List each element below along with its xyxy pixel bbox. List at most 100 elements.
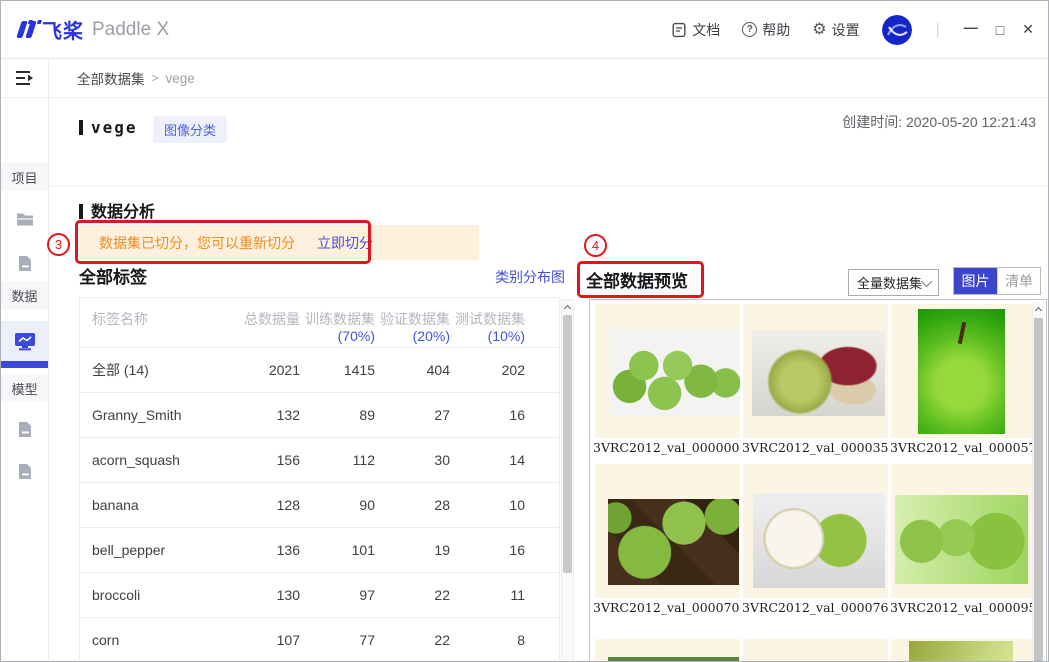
sidebar-item-project-doc[interactable] <box>1 245 48 281</box>
row-total: 130 <box>238 587 300 603</box>
row-test: 202 <box>450 362 525 378</box>
thumbnail-apple-with-red-turtle[interactable] <box>743 304 888 438</box>
table-row: broccoli 130 97 22 11 <box>80 572 559 617</box>
thumbnail-apples-green-background[interactable] <box>891 464 1033 598</box>
row-val: 27 <box>375 407 450 423</box>
row-test: 11 <box>450 587 525 603</box>
sidebar-item-datasets-active[interactable] <box>1 321 48 361</box>
view-toggle: 图片 清单 <box>953 267 1041 295</box>
brand-name-cn: 飞桨 <box>42 15 84 44</box>
preview-scrollbar[interactable] <box>1032 302 1045 662</box>
sidebar-group-models: 模型 <box>1 374 48 402</box>
docs-button[interactable]: 文档 <box>671 20 720 40</box>
settings-button[interactable]: ⚙ 设置 <box>812 20 859 40</box>
row-train: 97 <box>300 587 375 603</box>
thumbnail-filename: 3VRC2012_val_00005747. JP <box>890 440 1032 458</box>
row-val: 22 <box>375 587 450 603</box>
help-button[interactable]: ? 帮助 <box>742 20 790 40</box>
analysis-section-title: 数据分析 <box>79 198 155 222</box>
chevron-down-icon <box>921 275 932 286</box>
row-train: 77 <box>300 632 375 648</box>
row-train: 101 <box>300 542 375 558</box>
sidebar-item-project-list[interactable] <box>1 201 48 237</box>
file-icon <box>18 463 32 480</box>
header-test: 测试数据集(10%) <box>450 311 525 345</box>
row-train: 112 <box>300 452 375 468</box>
scrollbar-thumb[interactable] <box>563 315 572 573</box>
scrollbar-thumb[interactable] <box>1034 318 1043 662</box>
minimize-button[interactable]: — <box>964 19 978 35</box>
settings-gear-icon: ⚙ <box>812 22 826 38</box>
preview-panel: 3VRC2012_val_00000023. JP 3VRC2012_val_0… <box>589 299 1047 662</box>
image-yellow-green-partial <box>909 641 1013 662</box>
brand-logo: 飞桨 Paddle X <box>19 15 169 44</box>
thumbnail-green-apple-closeup[interactable] <box>891 304 1033 438</box>
thumbnail-yellow-green-partial[interactable] <box>891 639 1033 662</box>
file-icon <box>18 255 32 272</box>
labels-table-title: 全部标签 <box>79 263 147 288</box>
thumbnail-foliage-partial[interactable] <box>595 639 740 662</box>
image-view-button[interactable]: 图片 <box>954 268 997 294</box>
help-label: 帮助 <box>762 20 790 40</box>
row-val: 28 <box>375 497 450 513</box>
breadcrumb-current: vege <box>166 71 195 86</box>
row-val: 19 <box>375 542 450 558</box>
thumbnail-filename: 3VRC2012_val_00007029. JP <box>593 600 740 618</box>
docs-label: 文档 <box>692 20 720 40</box>
sidebar: 项目 数据 模型 <box>1 59 49 662</box>
thumbnail-filename: 3VRC2012_val_00003581. JP <box>742 440 889 458</box>
class-distribution-link[interactable]: 类别分布图 <box>495 267 565 287</box>
image-apple-with-red-turtle <box>752 330 885 416</box>
preview-title: 全部数据预览 <box>586 267 688 292</box>
thumbnail-filename: 3VRC2012_val_00007614. JP <box>742 600 889 618</box>
row-test: 16 <box>450 542 525 558</box>
header-train: 训练数据集(70%) <box>300 311 375 345</box>
collapse-menu-button[interactable] <box>1 59 48 98</box>
dataset-title: vege <box>79 118 138 137</box>
row-label: broccoli <box>80 587 238 603</box>
table-scrollbar[interactable] <box>561 299 574 662</box>
row-train: 1415 <box>300 362 375 378</box>
sidebar-item-model-doc-2[interactable] <box>1 453 48 489</box>
help-icon: ? <box>742 22 757 37</box>
row-total: 128 <box>238 497 300 513</box>
thumbnail-halved-apple[interactable] <box>743 464 888 598</box>
row-label: banana <box>80 497 238 513</box>
list-view-button[interactable]: 清单 <box>997 268 1040 294</box>
avatar-paddle-icon <box>882 15 912 45</box>
sidebar-group-data: 数据 <box>1 281 48 309</box>
sidebar-item-model-doc-1[interactable] <box>1 411 48 447</box>
file-icon <box>18 421 32 438</box>
thumbnail-filename: 3VRC2012_val_00000023. JP <box>593 440 740 458</box>
thumbnail-blank-partial[interactable] <box>743 639 888 662</box>
table-row: corn 107 77 22 8 <box>80 617 559 662</box>
table-row: banana 128 90 28 10 <box>80 482 559 527</box>
image-foliage-partial <box>608 657 739 662</box>
section-divider <box>49 186 1049 187</box>
image-apples-on-wood <box>608 499 739 585</box>
table-row: acorn_squash 156 112 30 14 <box>80 437 559 482</box>
image-green-apple-closeup <box>918 309 1005 434</box>
breadcrumb-all-datasets[interactable]: 全部数据集 <box>77 68 145 88</box>
row-test: 16 <box>450 407 525 423</box>
dataset-type-badge: 图像分类 <box>153 116 227 143</box>
breadcrumb: 全部数据集 > vege <box>49 59 1049 98</box>
row-test: 10 <box>450 497 525 513</box>
app-window: 飞桨 Paddle X 文档 ? 帮助 ⚙ 设置 | — □ ✕ <box>0 0 1049 662</box>
row-val: 404 <box>375 362 450 378</box>
scroll-up-icon[interactable] <box>562 300 573 313</box>
dataset-filter-select[interactable]: 全量数据集 <box>848 269 939 296</box>
maximize-button[interactable]: □ <box>996 22 1004 38</box>
title-marker <box>79 204 83 219</box>
title-marker <box>79 120 83 135</box>
row-test: 8 <box>450 632 525 648</box>
row-total: 132 <box>238 407 300 423</box>
user-avatar[interactable] <box>882 15 912 45</box>
scroll-up-icon[interactable] <box>1033 302 1044 315</box>
thumbnail-apples-on-wood[interactable] <box>595 464 740 598</box>
settings-label: 设置 <box>832 20 860 40</box>
thumbnail-green-apples-group[interactable] <box>595 304 740 438</box>
folder-icon <box>16 212 34 227</box>
row-total: 136 <box>238 542 300 558</box>
close-button[interactable]: ✕ <box>1022 21 1034 38</box>
